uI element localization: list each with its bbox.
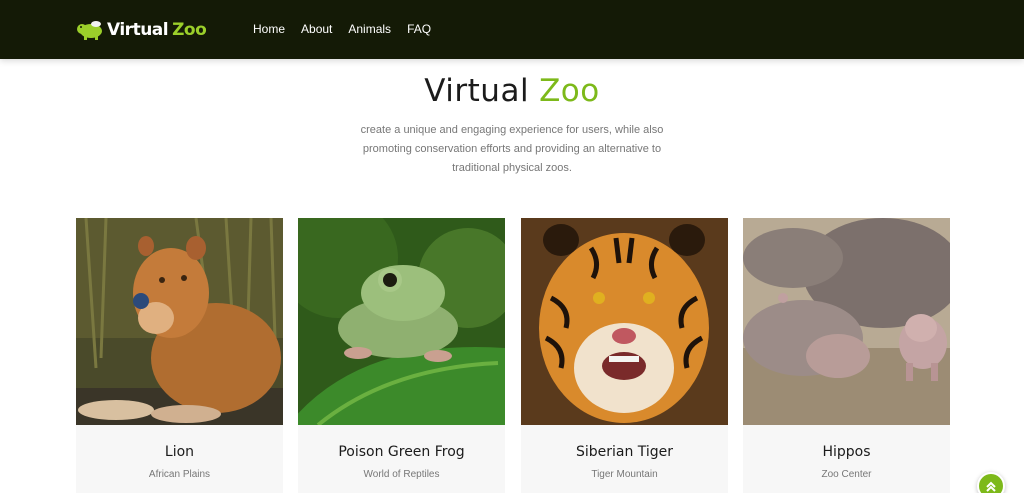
animal-location: Tiger Mountain — [591, 469, 658, 480]
animal-card-tiger[interactable]: Siberian Tiger Tiger Mountain — [521, 218, 728, 493]
animal-location: Zoo Center — [821, 469, 872, 480]
hippo-logo-icon — [77, 21, 102, 40]
nav-link-about[interactable]: About — [301, 22, 332, 37]
hero-title: Virtual Zoo — [424, 73, 600, 109]
hippo-photo[interactable] — [743, 218, 950, 425]
tiger-photo[interactable] — [521, 218, 728, 425]
back-to-top-button[interactable] — [977, 472, 1005, 493]
animal-name: Siberian Tiger — [575, 444, 674, 460]
animal-location: African Plains — [148, 469, 211, 480]
animal-card-hippos[interactable]: Hippos Zoo Center — [743, 218, 950, 493]
lion-photo[interactable] — [76, 218, 283, 425]
animal-card-frog[interactable]: Poison Green Frog World of Reptiles — [298, 218, 505, 493]
nav-link-animals[interactable]: Animals — [348, 22, 391, 37]
nav-menu: Home About Animals FAQ — [253, 22, 447, 37]
nav-link-faq[interactable]: FAQ — [407, 22, 431, 37]
brand-name: Virtual Zoo — [107, 20, 207, 40]
chevron-double-up-icon — [986, 481, 996, 492]
brand-logo-link[interactable]: Virtual Zoo — [76, 18, 207, 42]
hero-description: create a unique and engaging experience … — [360, 124, 664, 174]
animal-name: Hippos — [822, 444, 871, 460]
top-navbar: Virtual Zoo Home About Animals FAQ — [0, 0, 1024, 59]
nav-link-home[interactable]: Home — [253, 22, 285, 37]
animal-card-lion[interactable]: Lion African Plains — [76, 218, 283, 493]
frog-photo[interactable] — [298, 218, 505, 425]
animal-location: World of Reptiles — [363, 469, 440, 480]
animal-name: Lion — [164, 444, 195, 460]
animal-name: Poison Green Frog — [338, 444, 465, 460]
